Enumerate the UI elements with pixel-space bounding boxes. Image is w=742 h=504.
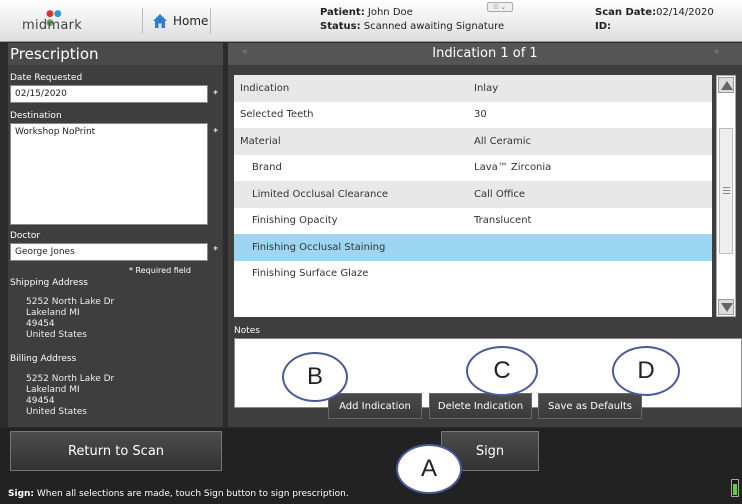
indication-row[interactable]: Selected Teeth 30 xyxy=(234,101,712,128)
address-line: 49454 xyxy=(26,396,55,406)
callout-c: C xyxy=(466,346,538,396)
indication-row[interactable]: Finishing Opacity Translucent xyxy=(234,207,712,234)
grip-icon xyxy=(723,187,730,188)
patient-name: John Doe xyxy=(367,7,413,18)
midmark-logo: ●● ● midmark xyxy=(22,10,112,36)
callout-a: A xyxy=(396,444,462,494)
callout-d: D xyxy=(612,346,680,396)
divider xyxy=(210,8,211,34)
logo-text: midmark xyxy=(22,18,83,33)
bottom-bar: Return to Scan Sign Sign: When all selec… xyxy=(0,428,742,504)
destination-field[interactable]: Workshop NoPrint xyxy=(10,123,208,225)
indication-row[interactable]: Finishing Occlusal Staining xyxy=(234,234,712,261)
scroll-up-button[interactable] xyxy=(718,77,734,93)
date-requested-label: Date Requested xyxy=(10,73,83,83)
indication-row[interactable]: Brand Lava™ Zirconia xyxy=(234,154,712,181)
required-marker: * xyxy=(213,245,218,256)
indication-row-key: Brand xyxy=(252,162,282,174)
required-note: * Required field xyxy=(129,266,191,275)
arrow-up-icon xyxy=(721,81,733,90)
address-line: United States xyxy=(26,330,87,340)
delete-indication-button[interactable]: Delete Indication xyxy=(429,393,532,419)
divider xyxy=(142,8,143,34)
date-requested-field[interactable]: 02/15/2020 xyxy=(10,85,208,103)
patient-info: Patient: John Doe Status: Scanned awaiti… xyxy=(320,6,504,34)
indication-row[interactable]: Limited Occlusal Clearance Call Office xyxy=(234,181,712,208)
indication-row-value: Inlay xyxy=(474,82,499,94)
top-bar: ●● ● midmark Home Patient: John Doe Statu… xyxy=(0,0,742,42)
indication-row-value: Call Office xyxy=(474,188,526,200)
save-defaults-button[interactable]: Save as Defaults xyxy=(538,393,642,419)
billing-address: 5252 North Lake Dr Lakeland MI 49454 Uni… xyxy=(26,374,114,418)
indication-row-value: 30 xyxy=(474,109,487,121)
hint-label: Sign: xyxy=(8,489,35,499)
return-to-scan-button[interactable]: Return to Scan xyxy=(10,431,222,471)
address-line: Lakeland MI xyxy=(26,308,80,318)
shipping-address: 5252 North Lake Dr Lakeland MI 49454 Uni… xyxy=(26,297,114,341)
address-line: 5252 North Lake Dr xyxy=(26,374,115,384)
required-marker: * xyxy=(213,127,218,138)
scroll-thumb[interactable] xyxy=(719,128,733,254)
notes-label: Notes xyxy=(234,326,260,336)
indication-row-key: Finishing Occlusal Staining xyxy=(252,241,386,253)
indication-row-value: All Ceramic xyxy=(474,135,531,147)
doctor-label: Doctor xyxy=(10,231,41,241)
next-indication-button[interactable]: » xyxy=(714,47,720,57)
shipping-address-label: Shipping Address xyxy=(10,278,88,288)
indication-row-key: Indication xyxy=(240,82,290,94)
address-line: 5252 North Lake Dr xyxy=(26,297,115,307)
add-indication-button[interactable]: Add Indication xyxy=(328,393,422,419)
indication-row-key: Limited Occlusal Clearance xyxy=(252,188,389,200)
status-label: Status: xyxy=(320,21,361,32)
indication-row-value: Translucent xyxy=(474,215,532,227)
address-line: Lakeland MI xyxy=(26,385,80,395)
scan-date-value: 02/14/2020 xyxy=(656,7,714,18)
scan-info: Scan Date:02/14/2020 ID: xyxy=(595,6,714,34)
indication-scrollbar[interactable] xyxy=(716,75,736,317)
home-label: Home xyxy=(173,14,209,28)
indication-row-key: Selected Teeth xyxy=(240,109,314,121)
arrow-down-icon xyxy=(721,303,733,312)
indication-row[interactable]: Finishing Surface Glaze xyxy=(234,260,712,287)
home-button[interactable]: Home xyxy=(152,10,208,32)
indication-header: « Indication 1 of 1 » xyxy=(228,43,742,65)
battery-level xyxy=(733,484,737,495)
address-line: United States xyxy=(26,407,87,417)
window-grip-icon[interactable]: ⁞⁞ ⌄ xyxy=(487,2,513,12)
indication-title: Indication 1 of 1 xyxy=(432,46,538,61)
id-label: ID: xyxy=(595,21,612,32)
indication-row-value: Lava™ Zirconia xyxy=(474,162,552,174)
indication-row-key: Material xyxy=(240,135,281,147)
battery-icon xyxy=(731,479,739,497)
destination-label: Destination xyxy=(10,111,62,121)
billing-address-label: Billing Address xyxy=(10,354,77,364)
scan-date-label: Scan Date: xyxy=(595,7,657,18)
doctor-field[interactable]: George Jones xyxy=(10,243,208,261)
indication-row-key: Finishing Opacity xyxy=(252,215,338,227)
prescription-title: Prescription xyxy=(8,43,223,65)
required-marker: * xyxy=(213,89,218,100)
indication-table: Indication Inlay Selected Teeth 30 Material A… xyxy=(234,75,712,317)
prescription-panel: Prescription Date Requested 02/15/2020 *… xyxy=(8,43,223,427)
scroll-down-button[interactable] xyxy=(718,299,734,315)
status-hint: Sign: When all selections are made, touc… xyxy=(8,489,349,499)
indication-row[interactable]: Material All Ceramic xyxy=(234,128,712,155)
indication-row-key: Finishing Surface Glaze xyxy=(252,268,369,280)
status-value: Scanned awaiting Signature xyxy=(363,21,505,32)
indication-row[interactable]: Indication Inlay xyxy=(234,75,712,102)
patient-label: Patient: xyxy=(320,7,365,18)
hint-text: When all selections are made, touch Sign… xyxy=(36,489,349,499)
home-icon xyxy=(153,14,167,28)
address-line: 49454 xyxy=(26,319,55,329)
callout-b: B xyxy=(282,352,348,402)
